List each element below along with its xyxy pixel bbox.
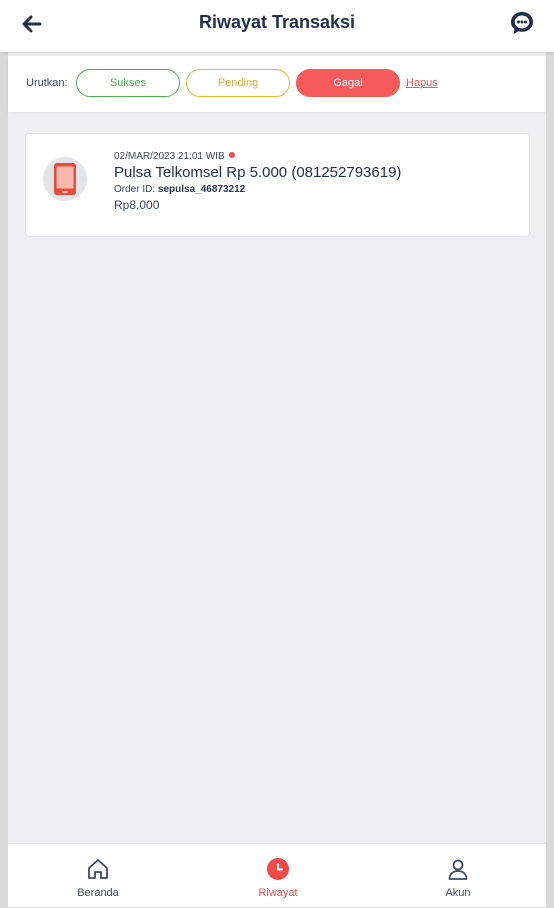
order-id: sepulsa_46873212: [157, 184, 246, 195]
filter-bar: Urutkan: Sukses Pending Gagal Hapus: [8, 56, 546, 112]
transaction-price: Rp8.000: [114, 198, 160, 212]
product-avatar: [43, 157, 87, 201]
page-title: Riwayat Transaksi: [198, 12, 356, 32]
filter-sukses-button[interactable]: Sukses: [76, 69, 180, 97]
filter-gagal-button[interactable]: Gagal: [296, 69, 400, 97]
nav-label-akun: Akun: [445, 887, 471, 899]
nav-item-riwayat[interactable]: Riwayat: [218, 844, 338, 908]
chat-support-icon: [511, 12, 533, 34]
transaction-date-text: 02/MAR/2023 21:01 WIB: [114, 151, 225, 162]
transaction-title: Pulsa Telkomsel Rp 5.000 (081252793619): [114, 164, 402, 181]
chat-support-button[interactable]: [508, 9, 536, 37]
nav-item-beranda[interactable]: Beranda: [38, 844, 158, 908]
clear-filter-link[interactable]: Hapus: [406, 77, 438, 89]
sort-label: Urutkan:: [26, 77, 68, 89]
order-label: Order ID:: [114, 184, 156, 195]
phone-icon: [54, 163, 76, 195]
home-icon: [88, 859, 108, 879]
transaction-date: 02/MAR/2023 21:01 WIB: [114, 151, 235, 162]
history-icon: [267, 858, 289, 880]
status-dot: [228, 152, 235, 158]
nav-label-riwayat: Riwayat: [258, 887, 298, 899]
transaction-card[interactable]: 02/MAR/2023 21:01 WIB Pulsa Telkomsel Rp…: [25, 133, 530, 237]
bottom-navigation: Beranda Riwayat Akun: [8, 843, 546, 907]
app-header: Riwayat Transaksi: [0, 0, 554, 52]
filter-pending-button[interactable]: Pending: [186, 69, 290, 97]
nav-item-akun[interactable]: Akun: [398, 844, 518, 908]
transaction-order: Order ID: sepulsa_46873212: [114, 184, 245, 195]
user-icon: [448, 859, 468, 880]
nav-label-beranda: Beranda: [77, 887, 119, 899]
